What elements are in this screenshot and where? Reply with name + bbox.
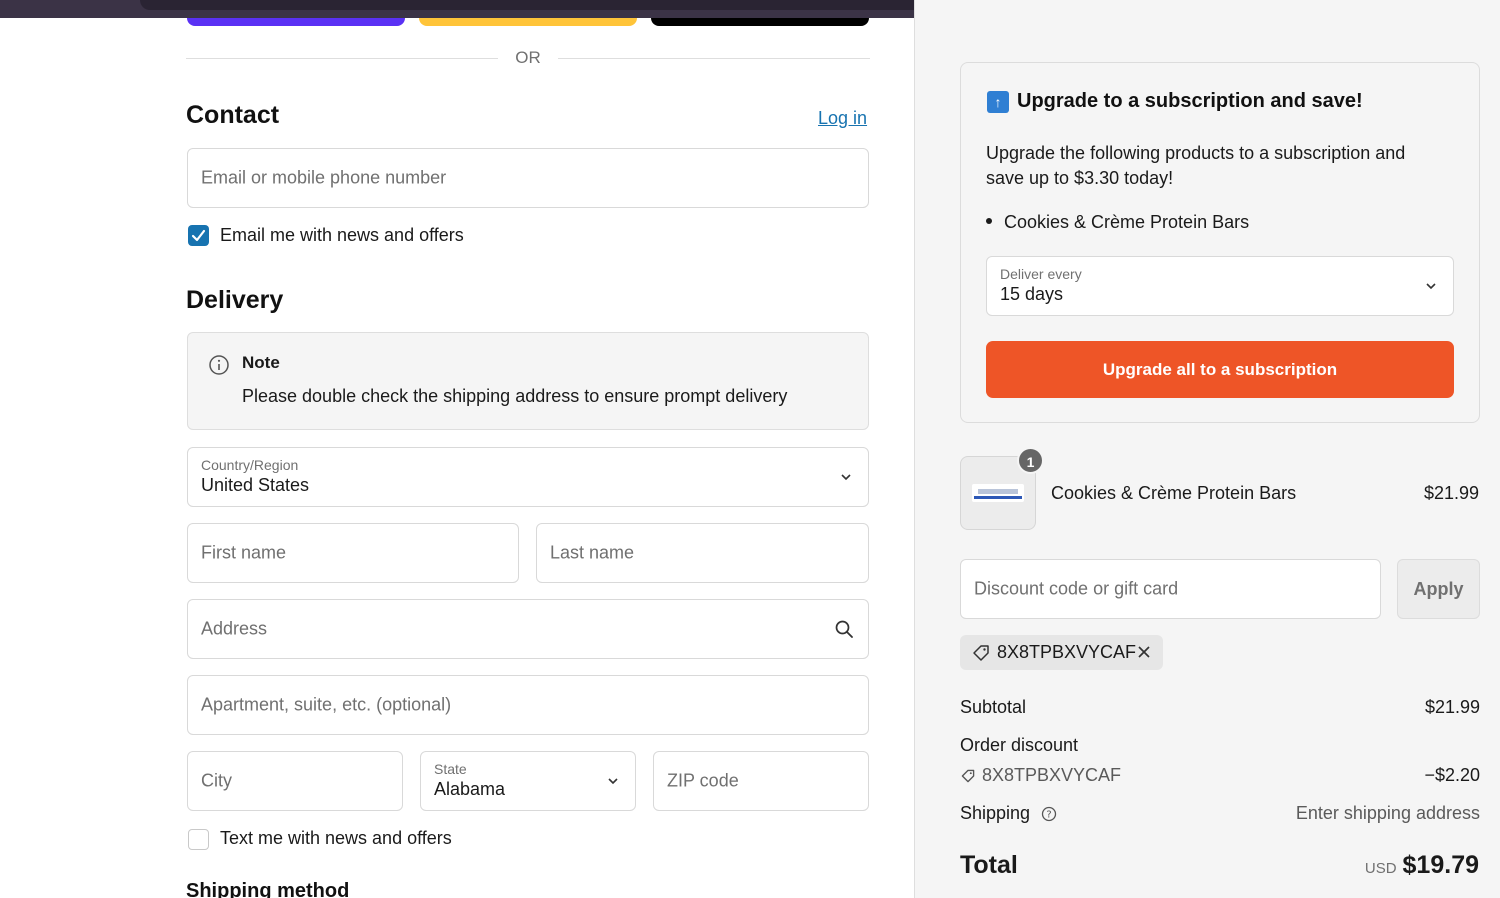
apply-button[interactable]: Apply [1397, 559, 1480, 619]
upsell-title: Upgrade to a subscription and save! [1017, 90, 1363, 112]
total-label: Total [960, 851, 1018, 879]
tag-icon [973, 645, 989, 661]
close-icon[interactable] [1135, 643, 1153, 661]
info-icon [209, 355, 229, 375]
delivery-note: Note Please double check the shipping ad… [187, 332, 869, 430]
address-field[interactable]: Address [187, 599, 869, 659]
discount-placeholder: Discount code or gift card [974, 578, 1179, 599]
gpay-button[interactable] [651, 18, 869, 26]
discount-code-input[interactable]: Discount code or gift card [960, 559, 1381, 619]
chevron-down-icon [1426, 283, 1436, 290]
discount-value: −$2.20 [1424, 765, 1480, 785]
shipping-row: Shipping ? Enter shipping address [960, 803, 1480, 824]
email-news-checkbox[interactable] [188, 225, 209, 246]
subscription-upsell: ↑ Upgrade to a subscription and save! Up… [960, 62, 1480, 423]
apartment-placeholder: Apartment, suite, etc. (optional) [201, 694, 452, 715]
paypal-button[interactable] [419, 18, 637, 26]
frequency-value: 15 days [1000, 284, 1064, 304]
total-value: $19.79 [1402, 851, 1479, 879]
city-field[interactable]: City [187, 751, 403, 811]
product-price: $21.99 [1423, 483, 1479, 503]
discount-code-label: 8X8TPBXVYCAF [982, 765, 1122, 785]
order-summary: ↑ Upgrade to a subscription and save! Up… [914, 0, 1500, 898]
country-label: Country/Region [201, 457, 299, 473]
or-label: OR [515, 48, 541, 67]
zip-field[interactable]: ZIP code [653, 751, 869, 811]
total-amount: USD $19.79 [1365, 851, 1479, 880]
address-placeholder: Address [201, 618, 268, 639]
state-value: Alabama [434, 779, 506, 799]
login-link[interactable]: Log in [818, 108, 867, 129]
first-name-field[interactable]: First name [187, 523, 519, 583]
order-discount-label: Order discount [960, 735, 1079, 755]
note-body: Please double check the shipping address… [242, 386, 788, 406]
contact-heading: Contact [186, 101, 280, 129]
shipping-method-heading: Shipping method [186, 880, 350, 898]
checkmark-icon [191, 229, 206, 242]
text-news-label: Text me with news and offers [220, 828, 452, 848]
zip-placeholder: ZIP code [667, 770, 739, 791]
upsell-item-label: Cookies & Crème Protein Bars [1004, 212, 1250, 232]
city-placeholder: City [201, 770, 232, 791]
product-name: Cookies & Crème Protein Bars [1051, 483, 1297, 503]
discount-code-row: 8X8TPBXVYCAF −$2.20 [960, 765, 1480, 786]
bullet-icon [986, 218, 992, 225]
state-select[interactable]: State Alabama [420, 751, 636, 811]
quantity-badge: 1 [1017, 447, 1044, 474]
product-image [972, 484, 1024, 502]
chevron-down-icon [841, 474, 851, 481]
svg-text:?: ? [1046, 810, 1051, 821]
subtotal-value: $21.99 [1424, 697, 1480, 717]
country-value: United States [201, 475, 310, 495]
text-news-checkbox[interactable] [188, 829, 209, 850]
chevron-down-icon [608, 778, 618, 785]
first-name-placeholder: First name [201, 542, 287, 563]
email-placeholder: Email or mobile phone number [201, 167, 447, 188]
upsell-description: Upgrade the following products to a subs… [986, 143, 1406, 188]
note-title: Note [242, 353, 280, 372]
last-name-placeholder: Last name [550, 542, 635, 563]
subtotal-label: Subtotal [960, 697, 1027, 717]
checkout-form: OR Contact Log in Email or mobile phone … [0, 0, 914, 898]
frequency-label: Deliver every [1000, 266, 1082, 282]
email-news-label: Email me with news and offers [220, 225, 464, 245]
state-label: State [434, 761, 467, 777]
country-select[interactable]: Country/Region United States [187, 447, 869, 507]
upsell-item: Cookies & Crème Protein Bars [986, 212, 1249, 233]
search-icon [835, 620, 853, 638]
or-divider: OR [186, 46, 870, 70]
applied-discount-tag: 8X8TPBXVYCAF [960, 635, 1163, 670]
upgrade-subscription-button[interactable]: Upgrade all to a subscription [986, 341, 1454, 398]
applied-code: 8X8TPBXVYCAF [997, 642, 1137, 662]
up-arrow-icon: ↑ [987, 91, 1009, 113]
subtotal-row: Subtotal $21.99 [960, 697, 1480, 718]
tag-icon [961, 769, 975, 783]
shipping-value: Enter shipping address [1295, 803, 1480, 823]
delivery-heading: Delivery [186, 286, 284, 314]
order-discount-row: Order discount [960, 735, 1480, 756]
total-currency: USD [1364, 860, 1397, 877]
shop-pay-button[interactable] [187, 18, 405, 26]
help-icon[interactable]: ? [1041, 806, 1057, 822]
apartment-field[interactable]: Apartment, suite, etc. (optional) [187, 675, 869, 735]
delivery-frequency-select[interactable]: Deliver every 15 days [986, 256, 1454, 316]
email-field[interactable]: Email or mobile phone number [187, 148, 869, 208]
shipping-label: Shipping [960, 803, 1031, 823]
last-name-field[interactable]: Last name [536, 523, 869, 583]
